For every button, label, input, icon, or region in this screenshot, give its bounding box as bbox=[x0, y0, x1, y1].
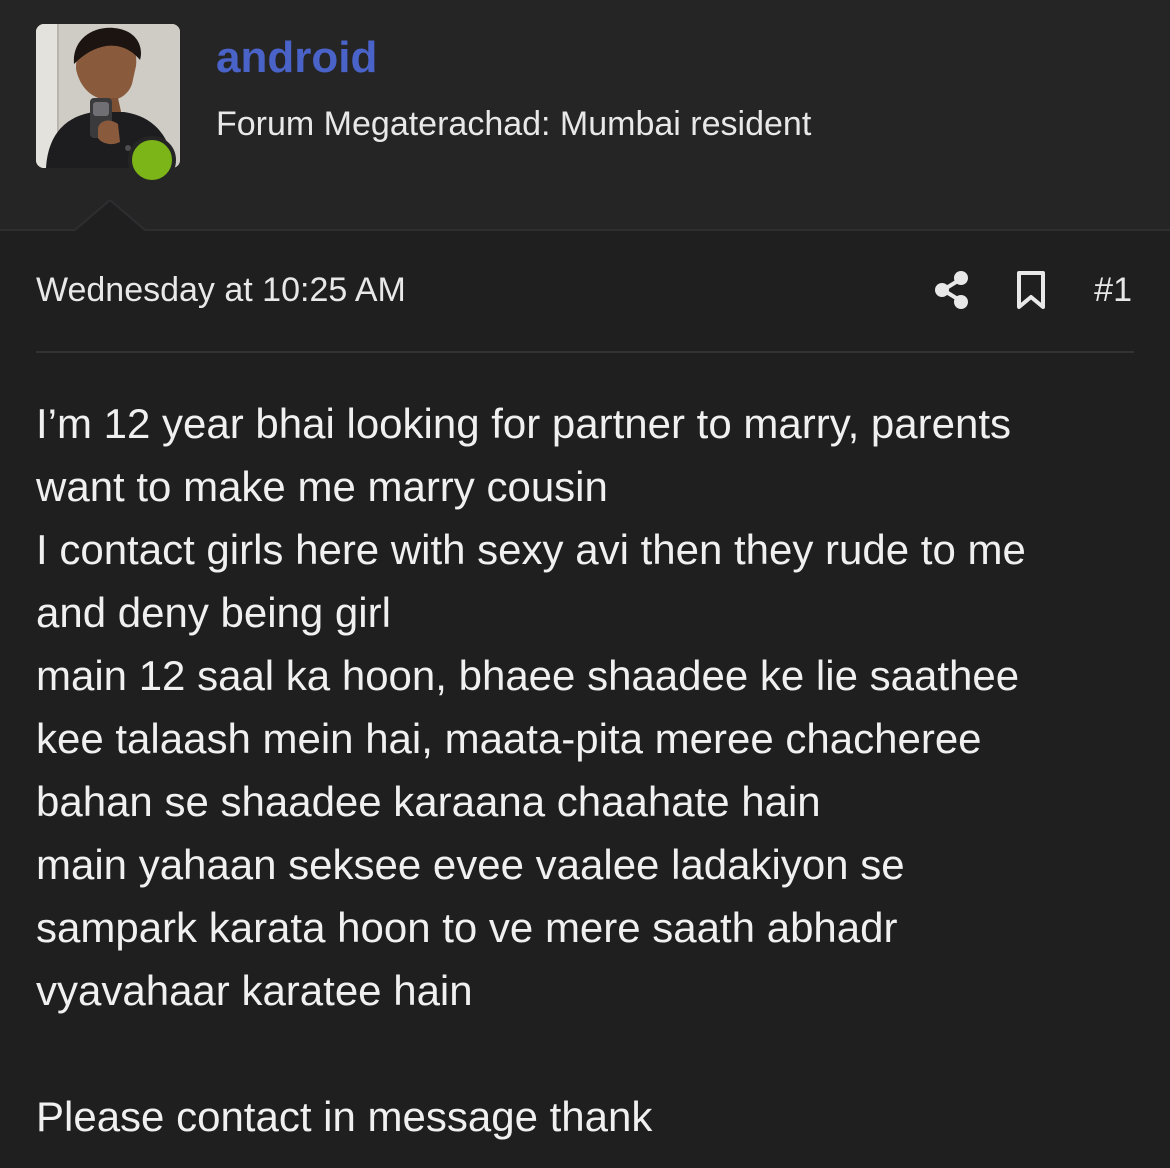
post-line: Please contact in message thank bbox=[36, 1093, 653, 1140]
author-username[interactable]: android bbox=[216, 32, 377, 84]
author-title: Forum Megaterachad: Mumbai resident bbox=[216, 105, 812, 143]
forum-post-page: android Forum Megaterachad: Mumbai resid… bbox=[0, 0, 1170, 1168]
post-line: want to make me marry cousin bbox=[36, 463, 608, 510]
post-line: I contact girls here with sexy avi then … bbox=[36, 526, 1026, 573]
post-line: and deny being girl bbox=[36, 589, 391, 636]
post-line: vyavahaar karatee hain bbox=[36, 967, 473, 1014]
post-line: sampark karata hoon to ve mere saath abh… bbox=[36, 904, 898, 951]
post-actions: #1 bbox=[934, 268, 1132, 312]
post-meta-divider bbox=[36, 351, 1134, 353]
online-status-indicator bbox=[128, 136, 176, 184]
post-line: bahan se shaadee karaana chaahate hain bbox=[36, 778, 821, 825]
post-line: I’m 12 year bhai looking for partner to … bbox=[36, 400, 1012, 447]
post-line: main 12 saal ka hoon, bhaee shaadee ke l… bbox=[36, 652, 1020, 699]
share-icon[interactable] bbox=[934, 270, 970, 310]
header-divider bbox=[0, 229, 1170, 231]
post-permalink-number[interactable]: #1 bbox=[1094, 270, 1132, 310]
post-line: kee talaash mein hai, maata-pita meree c… bbox=[36, 715, 982, 762]
post-line: main yahaan seksee evee vaalee ladakiyon… bbox=[36, 841, 905, 888]
bookmark-icon[interactable] bbox=[1016, 270, 1046, 310]
post-timestamp[interactable]: Wednesday at 10:25 AM bbox=[36, 270, 406, 310]
post-body: I’m 12 year bhai looking for partner to … bbox=[36, 392, 1136, 1148]
